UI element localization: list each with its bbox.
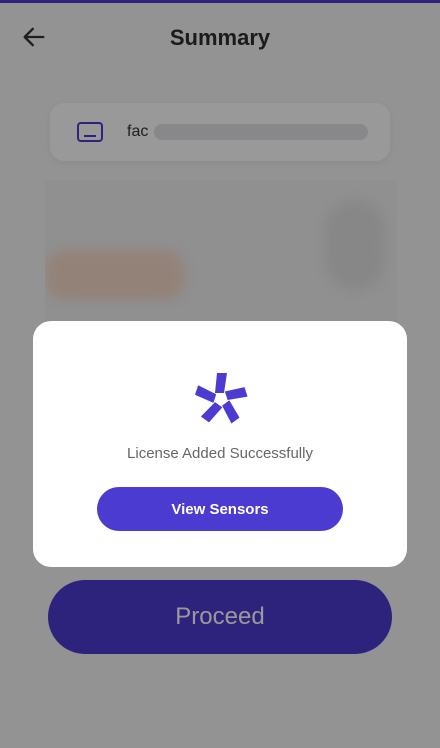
view-sensors-button[interactable]: View Sensors (97, 487, 343, 531)
success-dialog: License Added Successfully View Sensors (33, 321, 407, 567)
dialog-message: License Added Successfully (127, 445, 313, 462)
brand-logo-icon (195, 373, 248, 424)
